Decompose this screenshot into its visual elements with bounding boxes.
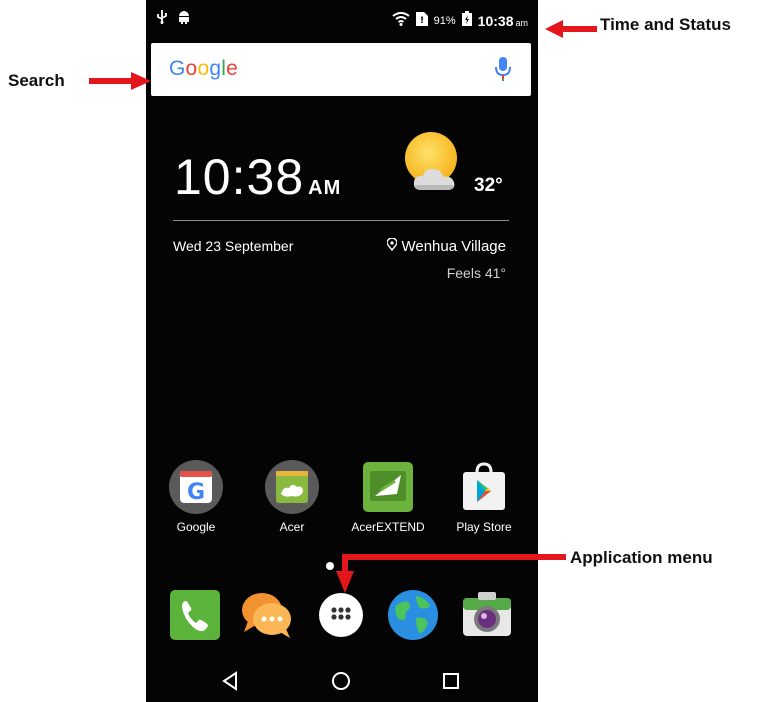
search-arrow <box>89 72 151 90</box>
app-drawer-icon[interactable] <box>314 588 368 642</box>
battery-icon <box>461 11 472 31</box>
annotation-search: Search <box>8 71 65 90</box>
google-icon: G <box>169 460 223 514</box>
microphone-icon[interactable] <box>495 57 511 86</box>
svg-text:G: G <box>187 480 205 505</box>
app-play-store[interactable]: Play Store <box>444 460 524 534</box>
app-label-google: Google <box>176 520 216 534</box>
home-icon[interactable] <box>328 668 354 694</box>
camera-icon[interactable] <box>460 588 514 642</box>
clock-ampm: AM <box>308 177 342 199</box>
widget-date: Wed 23 September <box>173 238 294 254</box>
google-logo: Google <box>169 57 238 80</box>
back-icon[interactable] <box>218 668 244 694</box>
app-acer[interactable]: Acer <box>252 460 332 534</box>
status-time: 10:38 am <box>477 13 528 29</box>
app-google[interactable]: G Google <box>156 460 236 534</box>
wifi-icon <box>392 11 410 31</box>
widget-location[interactable]: Wenhua Village <box>386 237 506 255</box>
recents-icon[interactable] <box>438 668 464 694</box>
android-debug-icon <box>178 10 190 29</box>
partly-cloudy-sun-icon[interactable] <box>401 130 471 199</box>
messaging-icon[interactable] <box>240 588 294 642</box>
play-store-icon <box>457 460 511 514</box>
application-menu-arrow <box>336 554 566 593</box>
google-search-bar[interactable]: Google <box>151 43 531 96</box>
battery-percent: 91% <box>433 15 456 27</box>
status-bar: ! 91% 10:38 am <box>146 0 538 40</box>
acerextend-icon <box>361 460 415 514</box>
annotation-time-and-status: Time and Status <box>600 15 731 34</box>
app-label-acer: Acer <box>279 520 305 534</box>
sim-alert-icon: ! <box>415 11 428 31</box>
app-label-acerextend: AcerEXTEND <box>351 520 425 534</box>
time-status-arrow <box>545 20 597 38</box>
location-pin-icon <box>386 237 399 255</box>
status-ampm: am <box>515 18 528 28</box>
location-label: Wenhua Village <box>401 238 506 255</box>
widget-divider <box>173 220 509 221</box>
feels-like: Feels 41° <box>446 265 506 281</box>
annotation-application-menu: Application menu <box>570 548 713 567</box>
acer-icon <box>265 460 319 514</box>
phone-screen: ! 91% 10:38 am Google 10:38 AM 32° Wed 2… <box>146 0 538 702</box>
svg-text:!: ! <box>420 16 424 26</box>
app-label-play-store: Play Store <box>456 520 512 534</box>
app-acerextend[interactable]: AcerEXTEND <box>348 460 428 534</box>
usb-icon <box>156 10 168 29</box>
temperature: 32° <box>474 175 503 196</box>
phone-icon[interactable] <box>168 588 222 642</box>
browser-globe-icon[interactable] <box>386 588 440 642</box>
clock-widget-time[interactable]: 10:38 AM <box>174 148 341 206</box>
